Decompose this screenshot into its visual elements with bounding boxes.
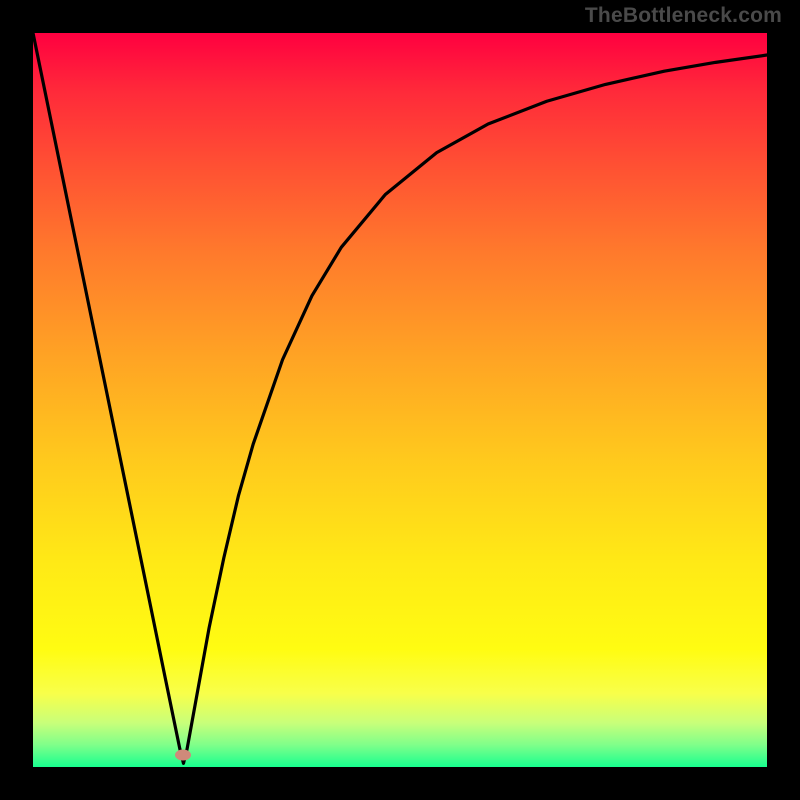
chart-curve [33, 33, 767, 767]
watermark-text: TheBottleneck.com [585, 4, 782, 28]
chart-marker [175, 749, 191, 760]
chart-plot-area [33, 33, 767, 767]
